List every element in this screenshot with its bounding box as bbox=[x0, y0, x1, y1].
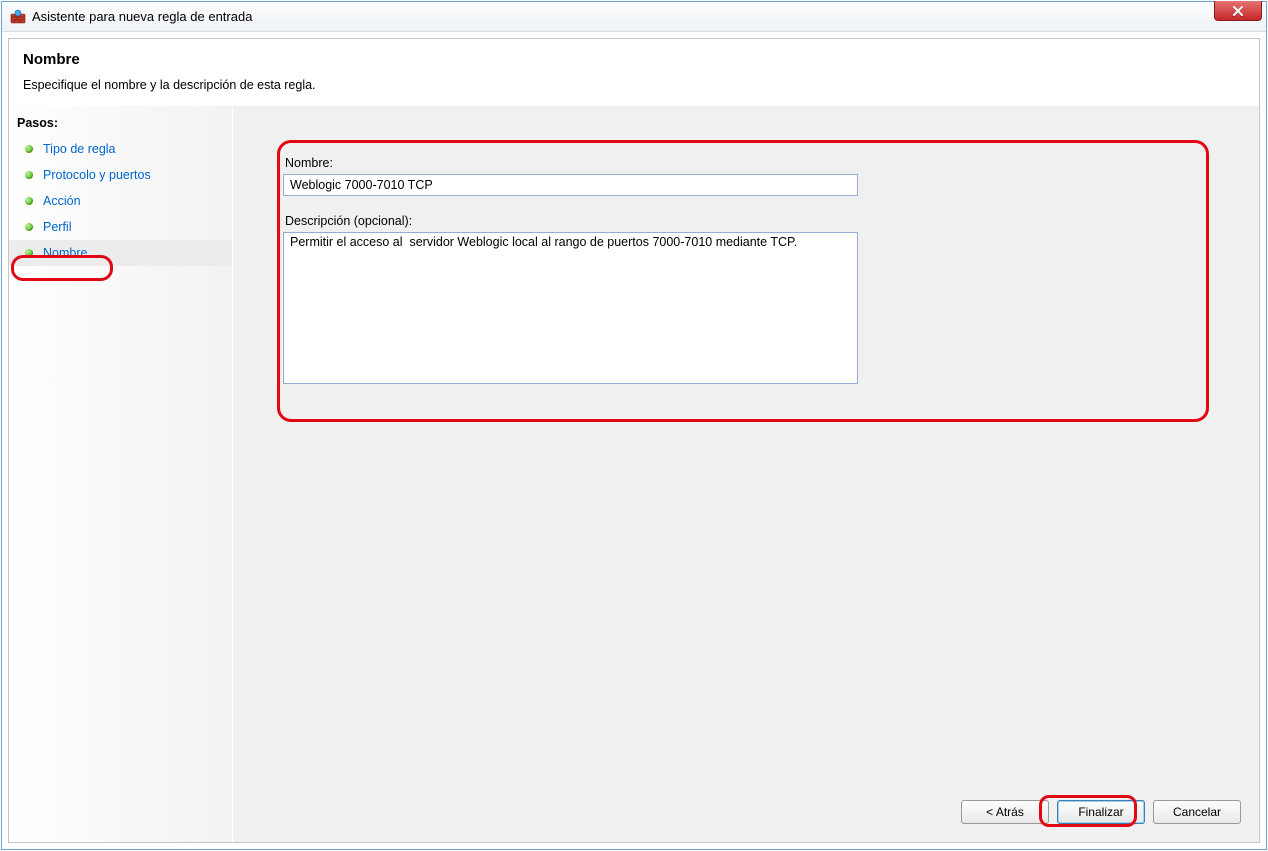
step-label: Perfil bbox=[43, 218, 71, 236]
window-title: Asistente para nueva regla de entrada bbox=[32, 9, 252, 24]
step-perfil[interactable]: Perfil bbox=[9, 214, 232, 240]
page-subtitle: Especifique el nombre y la descripción d… bbox=[23, 78, 1245, 92]
bullet-icon bbox=[25, 223, 33, 231]
close-button[interactable] bbox=[1214, 1, 1262, 21]
page-title: Nombre bbox=[23, 51, 1245, 68]
bullet-icon bbox=[25, 145, 33, 153]
step-label: Nombre bbox=[43, 244, 87, 262]
step-accion[interactable]: Acción bbox=[9, 188, 232, 214]
step-protocolo-y-puertos[interactable]: Protocolo y puertos bbox=[9, 162, 232, 188]
wizard-body: Pasos: Tipo de regla Protocolo y puertos… bbox=[9, 106, 1259, 842]
cancel-button[interactable]: Cancelar bbox=[1153, 800, 1241, 824]
description-textarea[interactable] bbox=[283, 232, 858, 384]
description-label: Descripción (opcional): bbox=[285, 214, 1179, 228]
steps-sidebar: Pasos: Tipo de regla Protocolo y puertos… bbox=[9, 106, 233, 842]
back-button[interactable]: < Atrás bbox=[961, 800, 1049, 824]
name-label: Nombre: bbox=[285, 156, 1179, 170]
step-nombre[interactable]: Nombre bbox=[9, 240, 232, 266]
wizard-button-row: < Atrás Finalizar Cancelar bbox=[961, 800, 1241, 824]
steps-heading: Pasos: bbox=[9, 112, 232, 136]
step-label: Tipo de regla bbox=[43, 140, 116, 158]
bullet-icon bbox=[25, 249, 33, 257]
bullet-icon bbox=[25, 171, 33, 179]
titlebar[interactable]: Asistente para nueva regla de entrada bbox=[2, 2, 1266, 32]
step-label: Acción bbox=[43, 192, 81, 210]
wizard-window: Asistente para nueva regla de entrada No… bbox=[1, 1, 1267, 850]
finish-button[interactable]: Finalizar bbox=[1057, 800, 1145, 824]
firewall-icon bbox=[10, 9, 26, 25]
step-label: Protocolo y puertos bbox=[43, 166, 151, 184]
wizard-header: Nombre Especifique el nombre y la descri… bbox=[9, 39, 1259, 106]
step-tipo-de-regla[interactable]: Tipo de regla bbox=[9, 136, 232, 162]
main-panel: Nombre: Descripción (opcional): < Atrás … bbox=[233, 106, 1259, 842]
name-input[interactable] bbox=[283, 174, 858, 196]
wizard-content: Nombre Especifique el nombre y la descri… bbox=[8, 38, 1260, 843]
form-zone: Nombre: Descripción (opcional): bbox=[283, 146, 1179, 387]
bullet-icon bbox=[25, 197, 33, 205]
close-icon bbox=[1232, 6, 1244, 16]
